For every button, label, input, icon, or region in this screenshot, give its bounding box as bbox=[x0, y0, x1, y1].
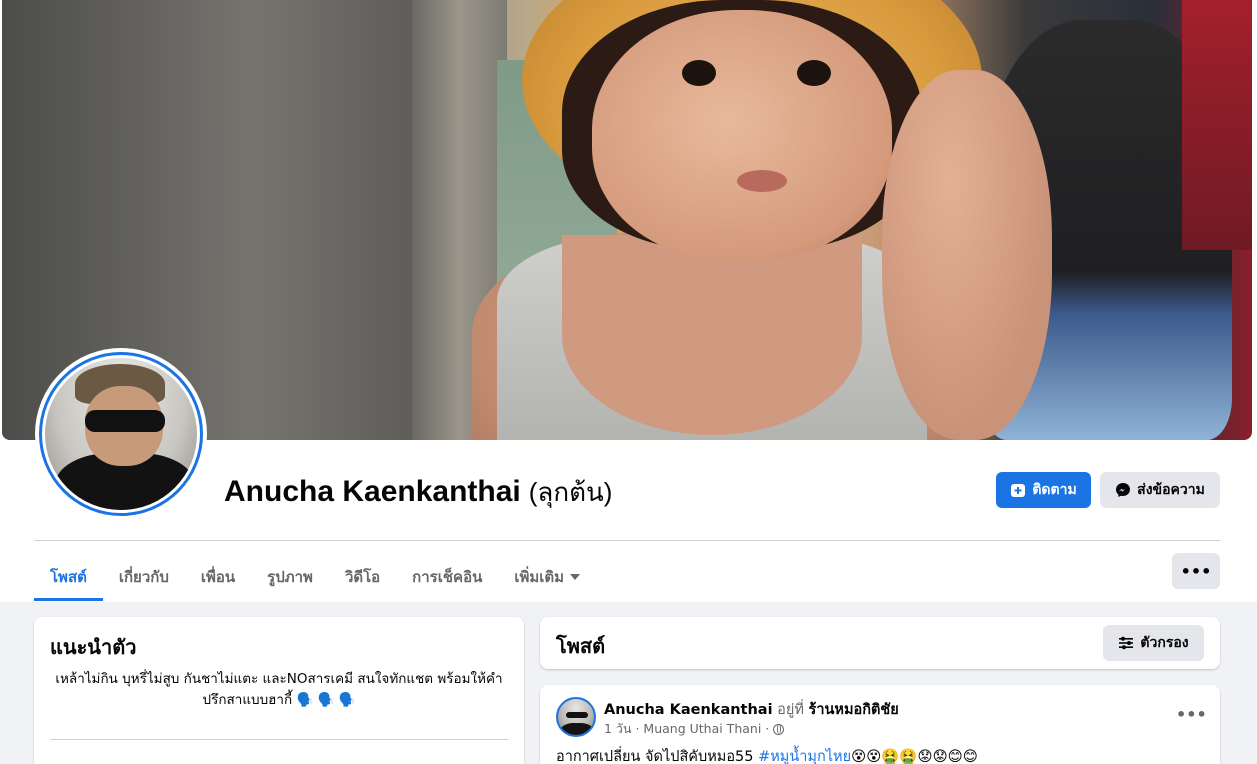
post-place-link[interactable]: ร้านหมอกิติชัย bbox=[809, 702, 899, 718]
filter-button[interactable]: ตัวกรอง bbox=[1103, 625, 1204, 661]
tab-about[interactable]: เกี่ยวกับ bbox=[103, 553, 185, 601]
post-at-text: อยู่ที่ bbox=[777, 702, 804, 718]
tab-photos[interactable]: รูปภาพ bbox=[251, 553, 329, 601]
tab-checkins[interactable]: การเช็คอิน bbox=[396, 553, 498, 601]
message-label: ส่งข้อความ bbox=[1137, 482, 1205, 498]
intro-title: แนะนำตัว bbox=[50, 635, 137, 659]
intro-card: แนะนำตัว เหล้าไม่กิน บุหรี่ไม่สูบ กันชาไ… bbox=[34, 617, 524, 764]
message-button[interactable]: ส่งข้อความ bbox=[1100, 472, 1220, 508]
more-dots-icon: ••• bbox=[1180, 561, 1212, 581]
tab-more[interactable]: เพิ่มเติม bbox=[498, 553, 596, 601]
tab-posts[interactable]: โพสต์ bbox=[34, 553, 103, 601]
messenger-icon bbox=[1115, 482, 1131, 498]
profile-tabs: โพสต์ เกี่ยวกับ เพื่อน รูปภาพ วิดีโอ การ… bbox=[34, 553, 596, 601]
tab-friends[interactable]: เพื่อน bbox=[185, 553, 251, 601]
follow-plus-icon bbox=[1010, 482, 1026, 498]
header-divider bbox=[34, 540, 1220, 541]
follow-button[interactable]: ติดตาม bbox=[996, 472, 1091, 508]
posts-title: โพสต์ bbox=[556, 634, 606, 658]
post-time-location[interactable]: 1 วัน · Muang Uthai Thani · bbox=[604, 719, 769, 739]
intro-divider bbox=[50, 739, 508, 740]
post-card: Anucha Kaenkanthai อยู่ที่ ร้านหมอกิติชั… bbox=[540, 685, 1220, 764]
post-more-button[interactable]: ••• bbox=[1176, 705, 1207, 724]
post-author-avatar[interactable] bbox=[556, 697, 596, 737]
post-hashtag[interactable]: #หมูน้ำมุกไหย bbox=[758, 749, 851, 764]
post-meta: 1 วัน · Muang Uthai Thani · bbox=[604, 719, 785, 739]
caret-down-icon bbox=[570, 574, 581, 580]
post-emojis: 😵😵🤮🤮😟😟😊😊 bbox=[851, 749, 978, 764]
profile-more-button[interactable]: ••• bbox=[1172, 553, 1220, 589]
cover-photo[interactable] bbox=[2, 0, 1252, 440]
intro-bio: เหล้าไม่กิน บุหรี่ไม่สูบ กันชาไม่แตะ และ… bbox=[55, 671, 503, 708]
filter-label: ตัวกรอง bbox=[1140, 635, 1189, 651]
profile-alternate-name: (ลุกต้น) bbox=[528, 477, 613, 507]
public-globe-icon bbox=[773, 723, 785, 735]
post-author-link[interactable]: Anucha Kaenkanthai bbox=[604, 702, 773, 718]
profile-name: Anucha Kaenkanthai (ลุกต้น) bbox=[224, 472, 612, 513]
post-text: อากาศเปลี่ยน จัดไปสิคับหมอ55 #หมูน้ำมุกไ… bbox=[556, 745, 978, 764]
profile-avatar[interactable] bbox=[35, 348, 207, 520]
tab-videos[interactable]: วิดีโอ bbox=[329, 553, 396, 601]
filter-sliders-icon bbox=[1118, 635, 1134, 651]
post-body: อากาศเปลี่ยน จัดไปสิคับหมอ55 bbox=[556, 749, 754, 764]
follow-label: ติดตาม bbox=[1032, 482, 1077, 498]
post-headline: Anucha Kaenkanthai อยู่ที่ ร้านหมอกิติชั… bbox=[604, 698, 899, 721]
avatar-photo bbox=[45, 358, 197, 510]
profile-name-main: Anucha Kaenkanthai bbox=[224, 475, 521, 508]
